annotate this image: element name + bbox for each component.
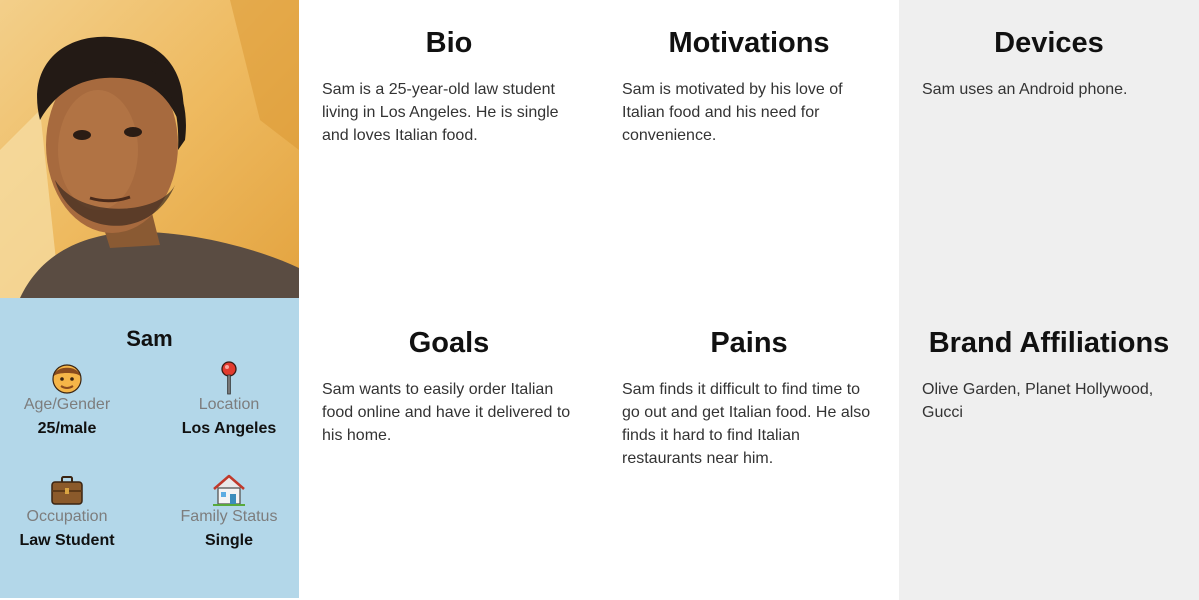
- attribute-value: Law Student: [19, 532, 115, 549]
- attribute-value: 25/male: [37, 420, 97, 437]
- section-title: Pains: [710, 327, 788, 359]
- section-text: Sam is a 25-year-old law student living …: [322, 81, 559, 144]
- section-title: Goals: [408, 327, 490, 359]
- section-goals: Goals Sam wants to easily order Italian …: [299, 300, 599, 600]
- attribute-label: Age/Gender: [23, 396, 111, 413]
- attribute-value: Los Angeles: [181, 420, 277, 437]
- attribute-family-status: Family Status Single: [154, 472, 304, 551]
- attribute-occupation: Occupation Law Student: [0, 472, 142, 551]
- persona-portrait-image: [0, 0, 299, 298]
- section-text: Sam is motivated by his love of Italian …: [622, 81, 843, 144]
- section-title: Motivations: [668, 27, 830, 59]
- briefcase-icon: [51, 476, 83, 505]
- section-title: Brand Affiliations: [928, 327, 1170, 359]
- man-face-icon: [52, 364, 82, 394]
- persona-photo: [0, 0, 299, 298]
- attribute-age-gender: Age/Gender 25/male: [0, 360, 142, 439]
- section-devices: Devices Sam uses an Android phone.: [899, 0, 1199, 300]
- section-motivations: Motivations Sam is motivated by his love…: [599, 0, 899, 300]
- persona-profile-card: Sam Age/Gender 25/male Location Los Ange…: [0, 298, 299, 598]
- section-title: Bio: [425, 27, 473, 59]
- attribute-label: Occupation: [26, 508, 108, 525]
- persona-name: Sam: [126, 326, 173, 351]
- location-pin-icon: [221, 361, 237, 395]
- section-title: Devices: [994, 27, 1104, 59]
- attribute-label: Location: [198, 396, 260, 413]
- section-text: Sam finds it difficult to find time to g…: [622, 381, 871, 467]
- house-icon: [213, 474, 245, 506]
- section-text: Sam uses an Android phone.: [922, 81, 1128, 98]
- section-bio: Bio Sam is a 25-year-old law student liv…: [299, 0, 599, 300]
- section-text: Olive Garden, Planet Hollywood, Gucci: [922, 381, 1154, 421]
- attribute-location: Location Los Angeles: [154, 360, 304, 439]
- section-pains: Pains Sam finds it difficult to find tim…: [599, 300, 899, 600]
- section-text: Sam wants to easily order Italian food o…: [322, 381, 571, 444]
- attribute-value: Single: [204, 532, 253, 549]
- attribute-label: Family Status: [180, 508, 278, 525]
- section-brand-affiliations: Brand Affiliations Olive Garden, Planet …: [899, 300, 1199, 600]
